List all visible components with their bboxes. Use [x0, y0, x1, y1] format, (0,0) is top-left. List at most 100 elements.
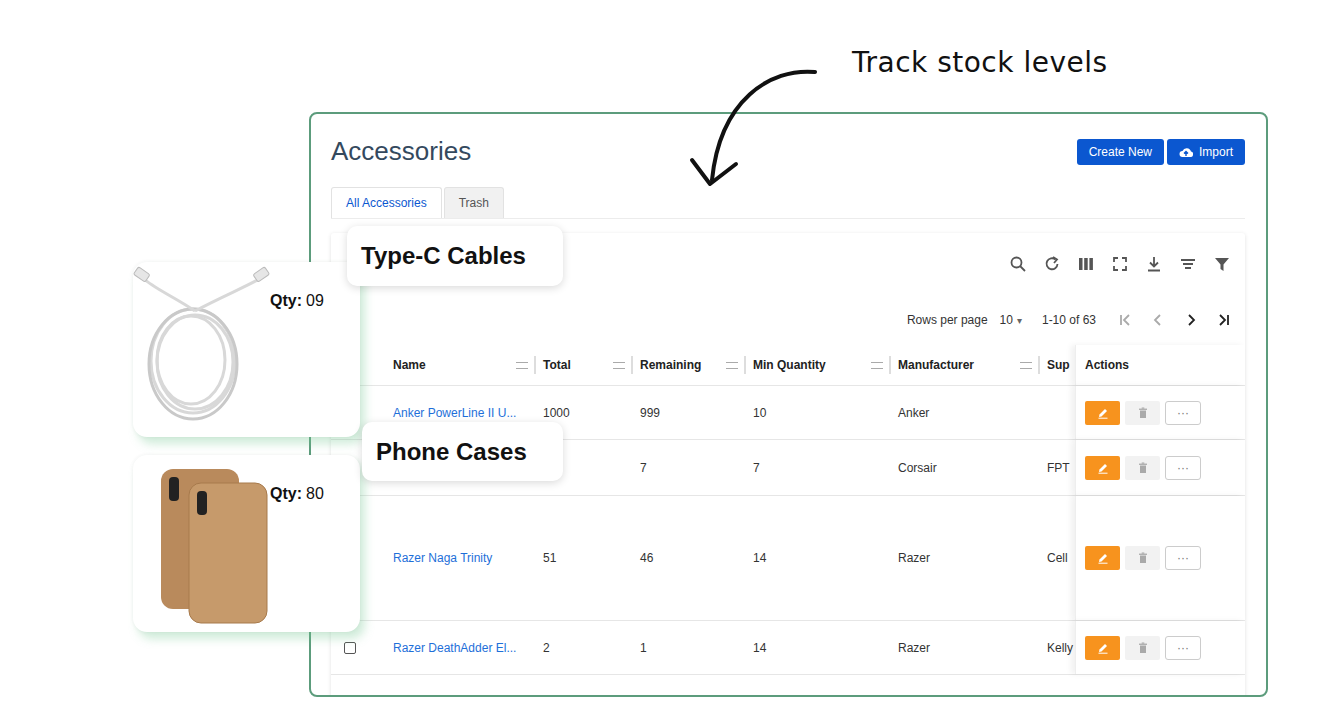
- accessories-card: Accessories Create New Import All Accessori…: [309, 112, 1268, 697]
- cell-text: 14: [753, 641, 766, 655]
- table-cell: Kelly: [1040, 621, 1075, 674]
- column-label: Remaining: [640, 358, 701, 372]
- item-link[interactable]: Razer DeathAdder El...: [393, 641, 516, 655]
- edit-button[interactable]: [1085, 456, 1120, 480]
- annotation-text: Track stock levels: [852, 46, 1108, 79]
- columns-icon[interactable]: [1077, 255, 1095, 273]
- column-handle[interactable]: [613, 356, 633, 374]
- more-button[interactable]: ···: [1165, 636, 1201, 660]
- page-header: Accessories Create New Import: [331, 136, 1245, 167]
- more-button[interactable]: ···: [1165, 456, 1201, 480]
- cell-text: Corsair: [898, 461, 937, 475]
- product-card: Qty:09: [133, 262, 360, 437]
- table-cell: 14: [746, 496, 891, 620]
- cell-text: Cell: [1047, 551, 1068, 565]
- table-cell: FPT: [1040, 440, 1075, 495]
- tab[interactable]: All Accessories: [331, 187, 442, 218]
- table-cell: Razer: [891, 621, 1040, 674]
- table-cell: Corsair: [891, 440, 1040, 495]
- table-cell: 10: [746, 386, 891, 439]
- search-icon[interactable]: [1009, 255, 1027, 273]
- delete-button[interactable]: [1125, 401, 1160, 425]
- callout-title: Phone Cases: [362, 422, 563, 481]
- last-page-icon[interactable]: [1215, 311, 1233, 329]
- column-label: Name: [393, 358, 426, 372]
- column-handle[interactable]: [871, 356, 891, 374]
- page-title: Accessories: [331, 136, 471, 167]
- resize-icon: [744, 356, 746, 374]
- cell-text: 14: [753, 551, 766, 565]
- quantity-label: Qty:: [270, 292, 302, 309]
- column-handle[interactable]: [516, 356, 536, 374]
- import-button[interactable]: Import: [1167, 139, 1245, 165]
- pencil-icon: [1097, 552, 1109, 564]
- column-label: Manufacturer: [898, 358, 974, 372]
- page-range: 1-10 of 63: [1042, 313, 1096, 327]
- create-new-button[interactable]: Create New: [1077, 139, 1164, 165]
- filter-icon[interactable]: [1213, 255, 1231, 273]
- edit-button[interactable]: [1085, 401, 1120, 425]
- delete-button[interactable]: [1125, 636, 1160, 660]
- more-button[interactable]: ···: [1165, 546, 1201, 570]
- edit-button[interactable]: [1085, 636, 1120, 660]
- table-cell: Razer Naga Trinity: [386, 496, 536, 620]
- quantity-label: Qty:: [270, 485, 302, 502]
- resize-icon: [889, 356, 891, 374]
- column-header[interactable]: Total: [536, 345, 633, 385]
- delete-button[interactable]: [1125, 546, 1160, 570]
- more-label: ···: [1177, 641, 1189, 655]
- refresh-icon[interactable]: [1043, 255, 1061, 273]
- button-label: Import: [1199, 145, 1233, 159]
- previous-page-icon: [1149, 311, 1167, 329]
- cell-text: 2: [543, 641, 550, 655]
- resize-icon: [534, 356, 536, 374]
- table-row[interactable]: Razer DeathAdder El...2114RazerKelly···: [331, 621, 1245, 675]
- actions-cell: ···: [1075, 386, 1245, 439]
- column-header[interactable]: Manufacturer: [891, 345, 1040, 385]
- density-icon[interactable]: [1179, 255, 1197, 273]
- edit-button[interactable]: [1085, 546, 1120, 570]
- column-header[interactable]: Name: [386, 345, 536, 385]
- drag-icon: [516, 362, 528, 369]
- trash-icon: [1138, 552, 1148, 564]
- column-header[interactable]: Min Quantity: [746, 345, 891, 385]
- button-label: Create New: [1089, 145, 1152, 159]
- column-header[interactable]: Remaining: [633, 345, 746, 385]
- rows-per-page-select[interactable]: 10 ▾: [1000, 313, 1022, 327]
- column-handle[interactable]: [726, 356, 746, 374]
- column-handle[interactable]: [1020, 356, 1040, 374]
- next-page-icon[interactable]: [1182, 311, 1200, 329]
- dropdown-icon: ▾: [1017, 315, 1022, 326]
- phone-case-icon: [133, 459, 270, 629]
- rows-per-page-value: 10: [1000, 313, 1013, 327]
- quantity: Qty:09: [270, 292, 324, 437]
- tab[interactable]: Trash: [444, 187, 504, 218]
- table-header: Name Total Remaining Min Quantity Manufactur…: [331, 345, 1245, 386]
- quantity-value: 80: [306, 485, 324, 502]
- actions-cell: ···: [1075, 496, 1245, 620]
- pencil-icon: [1097, 462, 1109, 474]
- table-cell: 999: [633, 386, 746, 439]
- item-link[interactable]: Anker PowerLine II U...: [393, 406, 516, 420]
- table-row[interactable]: Razer Naga Trinity514614RazerCell···: [331, 496, 1245, 621]
- delete-button[interactable]: [1125, 456, 1160, 480]
- cloud-upload-icon: [1179, 146, 1193, 158]
- quantity: Qty:80: [270, 485, 324, 632]
- column-header[interactable]: Actions: [1075, 345, 1245, 385]
- table-cell: [1040, 386, 1075, 439]
- more-button[interactable]: ···: [1165, 401, 1201, 425]
- download-icon[interactable]: [1145, 255, 1163, 273]
- column-header[interactable]: Sup: [1040, 345, 1075, 385]
- table-cell: 51: [536, 496, 633, 620]
- table-cell: Razer DeathAdder El...: [386, 621, 536, 674]
- drag-icon: [613, 362, 625, 369]
- drag-icon: [1020, 362, 1032, 369]
- table-cell: 7: [633, 440, 746, 495]
- fullscreen-icon[interactable]: [1111, 255, 1129, 273]
- row-checkbox[interactable]: [344, 642, 356, 654]
- cell-text: Razer: [898, 551, 930, 565]
- pencil-icon: [1097, 407, 1109, 419]
- cell-text: 999: [640, 406, 660, 420]
- item-link[interactable]: Razer Naga Trinity: [393, 551, 492, 565]
- more-label: ···: [1177, 461, 1189, 475]
